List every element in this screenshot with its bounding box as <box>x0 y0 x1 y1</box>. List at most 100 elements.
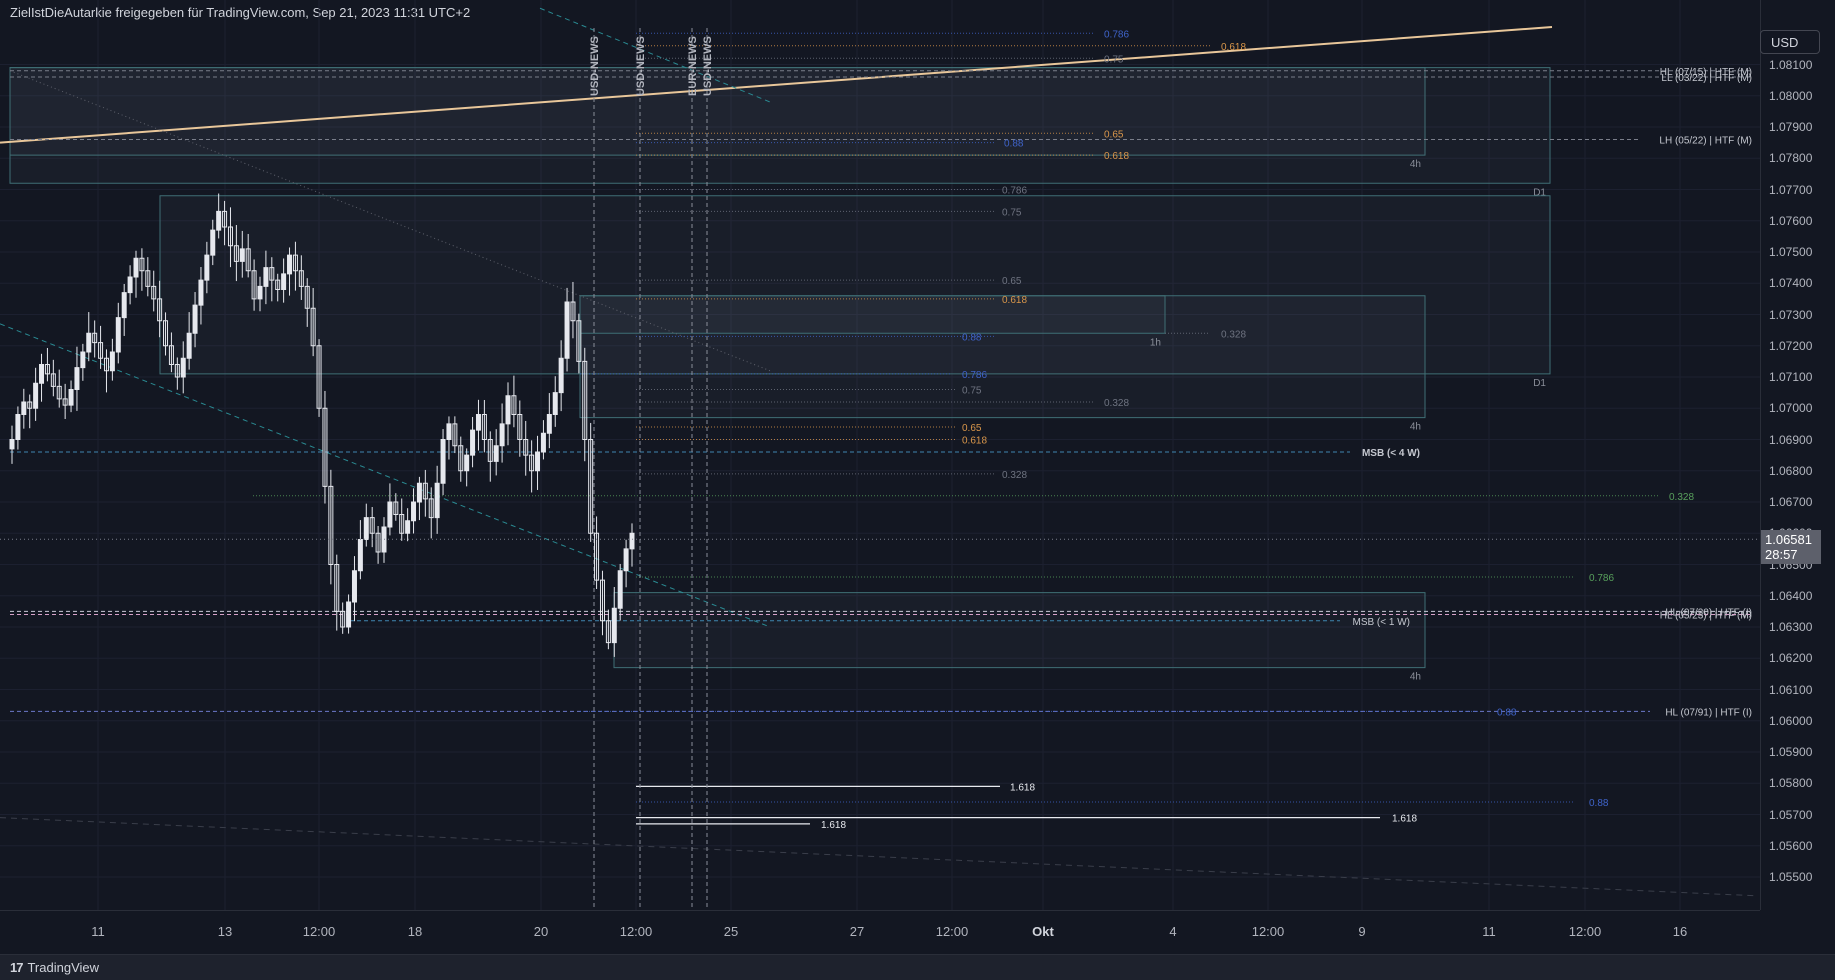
price-tick-label: 1.06100 <box>1769 682 1813 697</box>
zone-box[interactable] <box>579 295 1166 334</box>
candle-body[interactable] <box>499 423 505 447</box>
time-tick-label: 20 <box>533 924 549 939</box>
fib-label: 0.328 <box>1221 329 1246 340</box>
time-tick-label: 9 <box>1358 924 1366 939</box>
candle-body[interactable] <box>239 248 245 262</box>
fib-label: 0.88 <box>962 332 982 343</box>
zone-timeframe-label: 1h <box>1150 337 1161 348</box>
price-tick-label: 1.07800 <box>1769 151 1813 166</box>
candle-body[interactable] <box>287 254 293 275</box>
candle-body[interactable] <box>133 257 139 278</box>
price-tick-label: 1.08000 <box>1769 88 1813 103</box>
candle-body[interactable] <box>74 367 80 390</box>
candle-body[interactable] <box>351 570 357 603</box>
time-tick-label: 25 <box>723 924 739 939</box>
candle-body[interactable] <box>546 414 552 434</box>
fib-label: 0.328 <box>1002 470 1027 481</box>
candle-body[interactable] <box>210 229 216 256</box>
news-event-label: USD-NEWS <box>702 36 714 96</box>
candle-body[interactable] <box>464 454 470 472</box>
candle-body[interactable] <box>446 423 452 440</box>
candle-body[interactable] <box>357 539 363 572</box>
candle-body[interactable] <box>552 392 558 415</box>
price-tick-label: 1.08100 <box>1769 57 1813 72</box>
brand-name: TradingView <box>27 960 100 975</box>
candle-body[interactable] <box>470 429 476 456</box>
price-tick-label: 1.07100 <box>1769 370 1813 384</box>
candle-body[interactable] <box>558 357 564 394</box>
fib-label: 0.618 <box>962 436 987 447</box>
time-tick-label: 18 <box>407 924 423 939</box>
level-label: HL (07/91) | HTF (I) <box>1665 707 1752 718</box>
level-label: MSB (< 4 W) <box>1362 448 1420 459</box>
candle-body[interactable] <box>86 332 92 353</box>
fib-label: 0.65 <box>1104 129 1124 140</box>
candle-body[interactable] <box>15 414 21 440</box>
fib-label: 0.786 <box>1589 573 1614 584</box>
candle-body[interactable] <box>411 501 417 522</box>
candle-body[interactable] <box>405 520 411 534</box>
candle-body[interactable] <box>68 389 74 406</box>
candle-body[interactable] <box>263 267 269 287</box>
fib-label: 0.88 <box>1497 707 1517 718</box>
price-chart[interactable]: 4hD1D14h1h4hHL (07/15) | HTF (M)LL (03/2… <box>0 0 1760 910</box>
fib-label: 1.618 <box>1392 814 1417 825</box>
candle-body[interactable] <box>9 439 15 450</box>
candle-body[interactable] <box>204 254 210 281</box>
fib-label: 0.88 <box>1589 798 1609 809</box>
candle-body[interactable] <box>611 607 617 644</box>
candle-body[interactable] <box>80 351 86 369</box>
candle-body[interactable] <box>629 532 635 550</box>
candle-body[interactable] <box>617 570 623 609</box>
candle-body[interactable] <box>540 432 546 453</box>
candle-body[interactable] <box>121 292 127 319</box>
candle-body[interactable] <box>440 439 446 484</box>
candle-body[interactable] <box>186 332 192 359</box>
candle-body[interactable] <box>33 382 39 409</box>
fib-label: 0.618 <box>1002 295 1027 306</box>
price-tick-label: 1.07000 <box>1769 401 1813 416</box>
time-tick-label: 27 <box>849 924 865 939</box>
candle-body[interactable] <box>535 451 541 472</box>
candle-body[interactable] <box>281 273 287 290</box>
candle-body[interactable] <box>216 210 222 231</box>
time-tick-label: 4 <box>1169 924 1177 939</box>
candle-body[interactable] <box>198 279 204 306</box>
fib-label: 1.618 <box>821 820 846 831</box>
price-scale[interactable]: 1.08100 1.08000 1.07900 1.07800 1.07700 1.076… <box>1760 0 1835 910</box>
candle-body[interactable] <box>387 501 393 528</box>
candle-body[interactable] <box>475 414 481 431</box>
candle-body[interactable] <box>257 285 263 300</box>
fib-label: 1.618 <box>1010 782 1035 793</box>
candle-body[interactable] <box>346 601 352 628</box>
candle-body[interactable] <box>434 482 440 519</box>
zone-box[interactable] <box>613 592 1426 669</box>
candle-body[interactable] <box>493 445 499 462</box>
trendline-lower-dashed[interactable] <box>0 817 1756 897</box>
candle-body[interactable] <box>115 317 121 353</box>
time-axis[interactable]: 11 13 12:00 18 20 12:00 25 27 12:00 Okt 4 12:00 9 11 1… <box>0 910 1760 955</box>
candle-body[interactable] <box>192 304 198 334</box>
candle-body[interactable] <box>180 357 186 378</box>
tradingview-logo[interactable]: 17 TradingView <box>10 960 99 975</box>
candle-body[interactable] <box>21 401 27 415</box>
time-tick-label: 13 <box>217 924 233 939</box>
price-tick-label: 1.06900 <box>1769 432 1813 447</box>
candle-body[interactable] <box>564 301 570 359</box>
candle-body[interactable] <box>623 548 629 572</box>
time-tick-label: 12:00 <box>302 924 336 939</box>
candle-body[interactable] <box>505 395 511 425</box>
candle-countdown: 28:57 <box>1765 547 1798 563</box>
candle-body[interactable] <box>127 276 133 294</box>
candle-body[interactable] <box>416 482 422 503</box>
fib-label: 0.786 <box>1002 186 1027 197</box>
candle-body[interactable] <box>39 364 45 384</box>
price-tick-label: 1.05800 <box>1769 776 1813 791</box>
candle-body[interactable] <box>363 517 369 540</box>
currency-button[interactable]: USD <box>1760 30 1820 54</box>
fib-label: 0.65 <box>962 423 982 434</box>
candle-body[interactable] <box>109 351 115 372</box>
zone-timeframe-label: 4h <box>1410 422 1421 433</box>
chart-area[interactable]: 4hD1D14h1h4hHL (07/15) | HTF (M)LL (03/2… <box>0 0 1760 910</box>
footer: 17 TradingView <box>0 954 1835 980</box>
